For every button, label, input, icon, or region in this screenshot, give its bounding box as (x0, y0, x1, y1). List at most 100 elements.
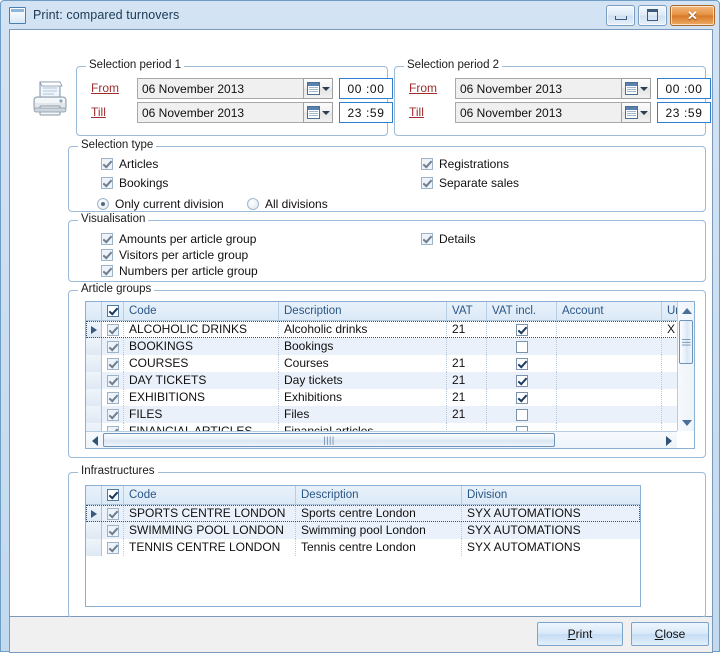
cell-vat-incl[interactable] (487, 355, 557, 372)
row-checkbox[interactable] (102, 338, 124, 355)
period2-from-time-input[interactable]: 00 :00 (657, 78, 711, 99)
period1-from-label[interactable]: From (91, 81, 119, 95)
checkbox-visitors-per-article-group[interactable]: Visitors per article group (101, 248, 248, 262)
maximize-button[interactable] (638, 5, 667, 26)
dialog-footer: Print Close (9, 617, 713, 653)
row-checkbox[interactable] (102, 505, 124, 522)
infrastructures-legend: Infrastructures (78, 465, 158, 477)
scroll-right-button[interactable] (661, 433, 676, 448)
cell-code: DAY TICKETS (124, 372, 279, 389)
row-checkbox[interactable] (102, 355, 124, 372)
period1-till-calendar-button[interactable] (303, 102, 333, 123)
period1-from-calendar-button[interactable] (303, 78, 333, 99)
close-button-label: Close (655, 627, 686, 641)
period1-from-date-input[interactable]: 06 November 2013 (137, 78, 309, 99)
row-checkbox[interactable] (102, 539, 124, 556)
column-header-account[interactable]: Account (557, 302, 662, 321)
radio-all-divisions[interactable]: All divisions (247, 197, 328, 211)
period2-till-calendar-button[interactable] (621, 102, 651, 123)
checkbox-label: Details (439, 232, 476, 246)
row-checkbox[interactable] (102, 389, 124, 406)
column-header-description[interactable]: Description (279, 302, 447, 321)
cell-vat-incl[interactable] (487, 338, 557, 355)
selection-type-group: Selection type Articles Bookings Registr… (68, 146, 706, 212)
row-checkbox[interactable] (102, 372, 124, 389)
column-header-vat[interactable]: VAT (447, 302, 487, 321)
horizontal-scroll-thumb[interactable]: |||| (103, 433, 555, 447)
period1-till-label[interactable]: Till (91, 105, 106, 119)
period1-till-time-input[interactable]: 23 :59 (339, 102, 393, 123)
table-row[interactable]: TENNIS CENTRE LONDON Tennis centre Londo… (86, 539, 640, 556)
checkbox-bookings[interactable]: Bookings (101, 176, 168, 190)
table-row[interactable]: SWIMMING POOL LONDON Swimming pool Londo… (86, 522, 640, 539)
scroll-up-button[interactable] (679, 303, 694, 318)
print-compared-turnovers-window: Print: compared turnovers ✕ (0, 0, 720, 652)
cell-description: Swimming pool London (296, 522, 462, 539)
select-all-header[interactable] (102, 486, 124, 505)
cell-vat-incl[interactable] (487, 406, 557, 423)
checkbox-numbers-per-article-group[interactable]: Numbers per article group (101, 264, 258, 278)
checkbox-icon (421, 233, 433, 245)
table-row[interactable]: BOOKINGS Bookings (86, 338, 694, 355)
chevron-down-icon (640, 111, 648, 115)
article-groups-grid[interactable]: Code Description VAT VAT incl. Account U… (85, 301, 695, 449)
row-checkbox[interactable] (102, 321, 124, 338)
close-dialog-button[interactable]: Close (631, 622, 709, 646)
checkbox-icon (107, 324, 119, 336)
period2-till-label[interactable]: Till (409, 105, 424, 119)
infrastructures-grid[interactable]: Code Description Division SPORTS CENTRE … (85, 485, 641, 607)
checkbox-amounts-per-article-group[interactable]: Amounts per article group (101, 232, 256, 246)
cell-account (557, 355, 662, 372)
checkbox-separate-sales[interactable]: Separate sales (421, 176, 519, 190)
visualisation-group: Visualisation Amounts per article group … (68, 220, 706, 282)
period2-till-date-input[interactable]: 06 November 2013 (455, 102, 627, 123)
scroll-down-button[interactable] (679, 415, 694, 430)
visualisation-legend: Visualisation (78, 213, 148, 225)
select-all-header[interactable] (102, 302, 124, 321)
row-checkbox[interactable] (102, 406, 124, 423)
checkbox-registrations[interactable]: Registrations (421, 157, 509, 171)
column-header-division[interactable]: Division (462, 486, 640, 505)
column-header-code[interactable]: Code (124, 486, 296, 505)
table-row[interactable]: SPORTS CENTRE LONDON Sports centre Londo… (86, 505, 640, 522)
current-row-arrow-icon (91, 510, 97, 518)
article-groups-vertical-scrollbar[interactable]: ||| (677, 302, 694, 431)
period2-from-label[interactable]: From (409, 81, 437, 95)
radio-label: All divisions (265, 197, 328, 211)
minimize-button[interactable] (606, 5, 635, 26)
table-row[interactable]: ALCOHOLIC DRINKS Alcoholic drinks 21 X N (86, 321, 694, 338)
cell-account (557, 372, 662, 389)
cell-account (557, 321, 662, 338)
checkbox-articles[interactable]: Articles (101, 157, 158, 171)
radio-only-current-division[interactable]: Only current division (97, 197, 224, 211)
table-row[interactable]: FILES Files 21 (86, 406, 694, 423)
vertical-scroll-thumb[interactable]: ||| (679, 320, 693, 364)
column-header-code[interactable]: Code (124, 302, 279, 321)
row-checkbox[interactable] (102, 522, 124, 539)
close-button[interactable]: ✕ (670, 5, 715, 26)
column-header-vat-incl[interactable]: VAT incl. (487, 302, 557, 321)
table-row[interactable]: COURSES Courses 21 (86, 355, 694, 372)
article-groups-legend: Article groups (78, 283, 154, 295)
period2-till-time-input[interactable]: 23 :59 (657, 102, 711, 123)
column-header-description[interactable]: Description (296, 486, 462, 505)
period1-till-date-input[interactable]: 06 November 2013 (137, 102, 309, 123)
table-row[interactable]: EXHIBITIONS Exhibitions 21 (86, 389, 694, 406)
checkbox-icon (516, 409, 528, 421)
print-button[interactable]: Print (537, 622, 623, 646)
checkbox-icon (107, 508, 119, 520)
cell-vat-incl[interactable] (487, 321, 557, 338)
checkbox-details[interactable]: Details (421, 232, 476, 246)
table-row[interactable]: DAY TICKETS Day tickets 21 (86, 372, 694, 389)
period2-from-date-input[interactable]: 06 November 2013 (455, 78, 627, 99)
row-indicator (86, 522, 102, 539)
cell-vat-incl[interactable] (487, 372, 557, 389)
cell-vat-incl[interactable] (487, 389, 557, 406)
scroll-left-button[interactable] (87, 433, 102, 448)
period2-from-calendar-button[interactable] (621, 78, 651, 99)
close-icon: ✕ (687, 9, 698, 22)
article-groups-horizontal-scrollbar[interactable]: |||| (86, 431, 677, 448)
title-bar[interactable]: Print: compared turnovers ✕ (1, 1, 719, 29)
period1-from-time-input[interactable]: 00 :00 (339, 78, 393, 99)
selection-period-2-group: Selection period 2 From 06 November 2013… (394, 66, 706, 136)
